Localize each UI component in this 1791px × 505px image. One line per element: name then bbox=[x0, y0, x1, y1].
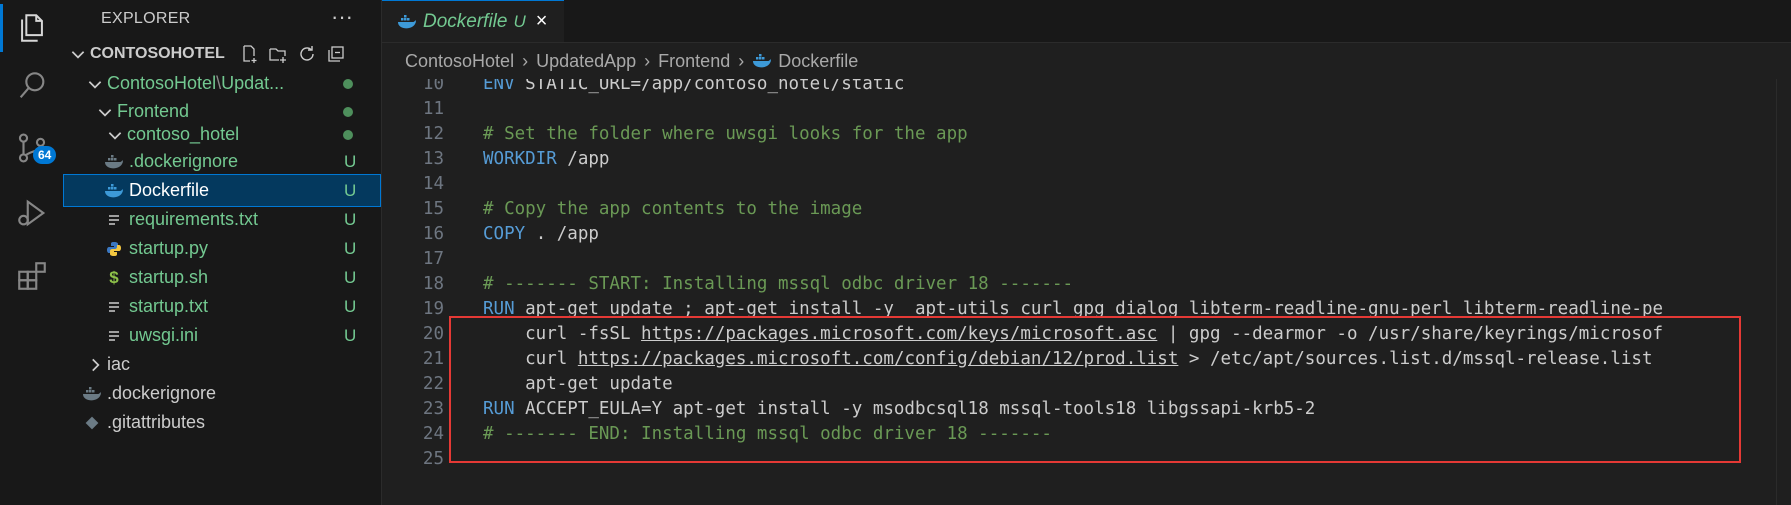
code-keyword: WORKDIR bbox=[483, 149, 557, 169]
shell-icon: $ bbox=[109, 267, 119, 287]
tree-root-contosohotel[interactable]: CONTOSOHOTEL bbox=[63, 37, 381, 70]
untracked-badge: U bbox=[344, 180, 357, 200]
editor-scrollbar[interactable] bbox=[1776, 79, 1791, 505]
source-control-badge: 64 bbox=[33, 146, 57, 164]
collapse-all-icon[interactable] bbox=[326, 44, 346, 64]
search-icon bbox=[19, 72, 44, 99]
code-token: . /app bbox=[525, 224, 599, 244]
tree-item-label: iac bbox=[107, 354, 131, 374]
activity-bar: 64 bbox=[0, 0, 63, 505]
tree-item-label: .gitattributes bbox=[107, 412, 206, 432]
tree-item-label: startup.txt bbox=[129, 296, 209, 316]
refresh-icon[interactable] bbox=[297, 44, 317, 64]
code-text: ENV STATIC_URL=/app/contoso_hotel/static bbox=[483, 79, 904, 99]
chevron-right-icon: › bbox=[522, 50, 529, 71]
chevron-right-icon: › bbox=[738, 50, 745, 71]
line-number: 25 bbox=[422, 449, 444, 469]
tab-dockerfile[interactable]: Dockerfile U × bbox=[382, 0, 564, 42]
tree-item-label: uwsgi.ini bbox=[129, 325, 199, 345]
close-icon[interactable]: × bbox=[536, 10, 548, 33]
explorer-actions bbox=[239, 37, 346, 70]
new-file-icon[interactable] bbox=[239, 44, 259, 64]
source-control-activity-button[interactable]: 64 bbox=[0, 120, 63, 176]
code-comment: # ------- START: Installing mssql odbc d… bbox=[483, 274, 1074, 294]
extensions-activity-button[interactable] bbox=[0, 248, 63, 304]
chevron-down-icon bbox=[71, 50, 85, 59]
docker-icon bbox=[81, 386, 103, 401]
breadcrumb: ContosoHotel › UpdatedApp › Frontend › D… bbox=[382, 43, 858, 79]
run-debug-icon bbox=[17, 199, 45, 227]
code-text: COPY . /app bbox=[483, 220, 599, 249]
chevron-down-icon bbox=[88, 80, 102, 89]
tab-status: U bbox=[513, 11, 526, 31]
explorer-more-button[interactable]: ··· bbox=[331, 4, 353, 30]
code-keyword: ENV bbox=[483, 79, 515, 94]
tree-root-label: CONTOSOHOTEL bbox=[90, 44, 225, 62]
code-text: WORKDIR /app bbox=[483, 145, 609, 174]
tree-item-label: contoso_hotel bbox=[127, 124, 240, 144]
tree-item-gitattributes[interactable]: .gitattributes bbox=[63, 406, 381, 439]
tree-item-label: ContosoHotel\Updat... bbox=[107, 73, 285, 93]
untracked-badge: U bbox=[344, 209, 357, 229]
modified-dot bbox=[343, 130, 353, 140]
docker-icon bbox=[103, 154, 125, 169]
editor-tab-bar: Dockerfile U × bbox=[382, 0, 1791, 43]
chevron-down-icon bbox=[108, 131, 122, 140]
untracked-badge: U bbox=[344, 267, 357, 287]
explorer-activity-button[interactable] bbox=[0, 0, 63, 56]
tree-item-label: startup.sh bbox=[129, 267, 209, 287]
code-token: STATIC_URL=/app/contoso_hotel/static bbox=[514, 79, 905, 94]
text-file-icon bbox=[103, 213, 125, 227]
modified-dot bbox=[343, 79, 353, 89]
chevron-right-icon bbox=[92, 358, 100, 371]
untracked-badge: U bbox=[344, 238, 357, 258]
breadcrumb-item[interactable]: Frontend bbox=[658, 51, 730, 72]
tree-item-label: Dockerfile bbox=[129, 180, 210, 200]
git-icon bbox=[81, 416, 103, 430]
python-icon bbox=[103, 241, 125, 257]
explorer-title: EXPLORER bbox=[101, 10, 191, 27]
search-activity-button[interactable] bbox=[0, 58, 63, 114]
docker-icon bbox=[103, 183, 125, 198]
tree-item-label: .dockerignore bbox=[107, 383, 217, 403]
run-debug-activity-button[interactable] bbox=[0, 185, 63, 241]
code-comment: # Copy the app contents to the image bbox=[483, 199, 863, 219]
files-icon bbox=[20, 14, 43, 42]
explorer-sidebar: EXPLORER ··· CONTOSOHOTEL ContosoHotel\U… bbox=[63, 0, 382, 505]
docker-icon bbox=[752, 54, 772, 68]
tree-item-label: .dockerignore bbox=[129, 151, 239, 171]
breadcrumb-item[interactable]: UpdatedApp bbox=[536, 51, 636, 72]
code-keyword: COPY bbox=[483, 224, 526, 244]
modified-dot bbox=[343, 107, 353, 117]
code-comment: # Set the folder where uwsgi looks for t… bbox=[483, 124, 968, 144]
breadcrumb-item[interactable]: ContosoHotel bbox=[405, 51, 514, 72]
code-token: /app bbox=[556, 149, 610, 169]
settings-file-icon bbox=[103, 329, 125, 343]
new-folder-icon[interactable] bbox=[268, 44, 288, 64]
tab-label: Dockerfile bbox=[423, 10, 508, 32]
untracked-badge: U bbox=[344, 296, 357, 316]
untracked-badge: U bbox=[344, 151, 357, 171]
text-file-icon bbox=[103, 300, 125, 314]
untracked-badge: U bbox=[344, 325, 357, 345]
tree-item-label: startup.py bbox=[129, 238, 209, 258]
breadcrumb-item[interactable]: Dockerfile bbox=[778, 51, 858, 72]
extensions-icon bbox=[17, 262, 46, 290]
chevron-right-icon: › bbox=[644, 50, 651, 71]
tree-item-label: requirements.txt bbox=[129, 209, 259, 229]
docker-icon bbox=[398, 14, 416, 28]
highlight-box bbox=[449, 316, 1741, 463]
